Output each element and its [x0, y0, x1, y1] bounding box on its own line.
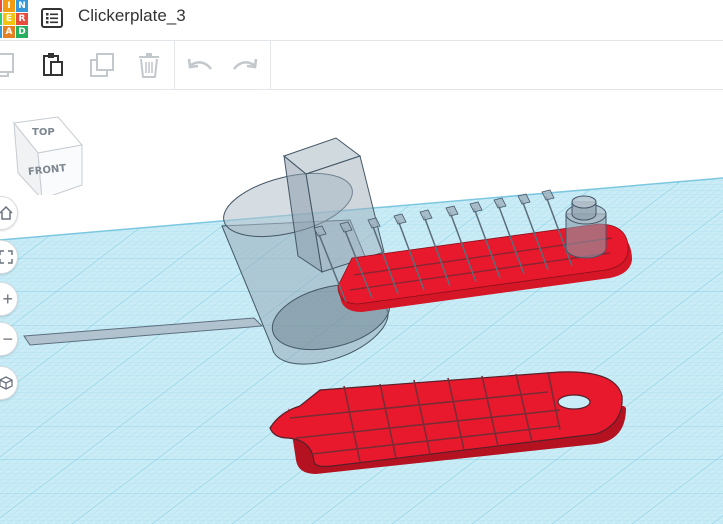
workplane-viewport[interactable]: TOP FRONT + − — [0, 90, 723, 524]
logo-letter: T — [0, 0, 2, 12]
duplicate-icon — [90, 53, 114, 77]
logo-letter: N — [16, 0, 28, 12]
zoom-out-icon: − — [2, 328, 13, 349]
paste-icon — [43, 53, 63, 76]
undo-icon — [187, 58, 213, 70]
logo-letter: R — [16, 13, 28, 25]
edit-toolbar — [0, 41, 723, 90]
copy-button[interactable] — [0, 51, 18, 79]
view-cube-top-label[interactable]: TOP — [32, 127, 55, 138]
home-icon — [0, 206, 13, 220]
delete-button[interactable] — [134, 51, 164, 79]
toolbar-separator — [174, 41, 175, 89]
zoom-in-icon: + — [2, 288, 13, 309]
cube-projection-icon — [0, 376, 13, 390]
view-cube[interactable]: TOP FRONT — [12, 115, 84, 201]
design-title[interactable]: Clickerplate_3 — [78, 6, 186, 26]
box-hole[interactable] — [282, 137, 385, 274]
fit-view-icon — [0, 250, 13, 264]
logo-letter: D — [16, 26, 28, 38]
toolbar-separator — [270, 41, 271, 89]
copy-icon — [0, 53, 14, 77]
logo-letter: K — [0, 13, 2, 25]
redo-icon — [232, 58, 258, 70]
tinkercad-logo[interactable]: T I N K E R C A D — [0, 0, 28, 38]
logo-letter: A — [3, 26, 15, 38]
logo-letter: C — [0, 26, 2, 38]
logo-letter: E — [3, 13, 15, 25]
title-bar: T I N K E R C A D Clickerplate_3 — [0, 0, 723, 41]
design-list-icon[interactable] — [41, 8, 63, 28]
undo-button[interactable] — [185, 51, 215, 79]
redo-button[interactable] — [230, 51, 260, 79]
paste-button[interactable] — [38, 51, 68, 79]
delete-icon — [139, 53, 159, 78]
logo-letter: I — [3, 0, 15, 12]
duplicate-button[interactable] — [87, 51, 117, 79]
